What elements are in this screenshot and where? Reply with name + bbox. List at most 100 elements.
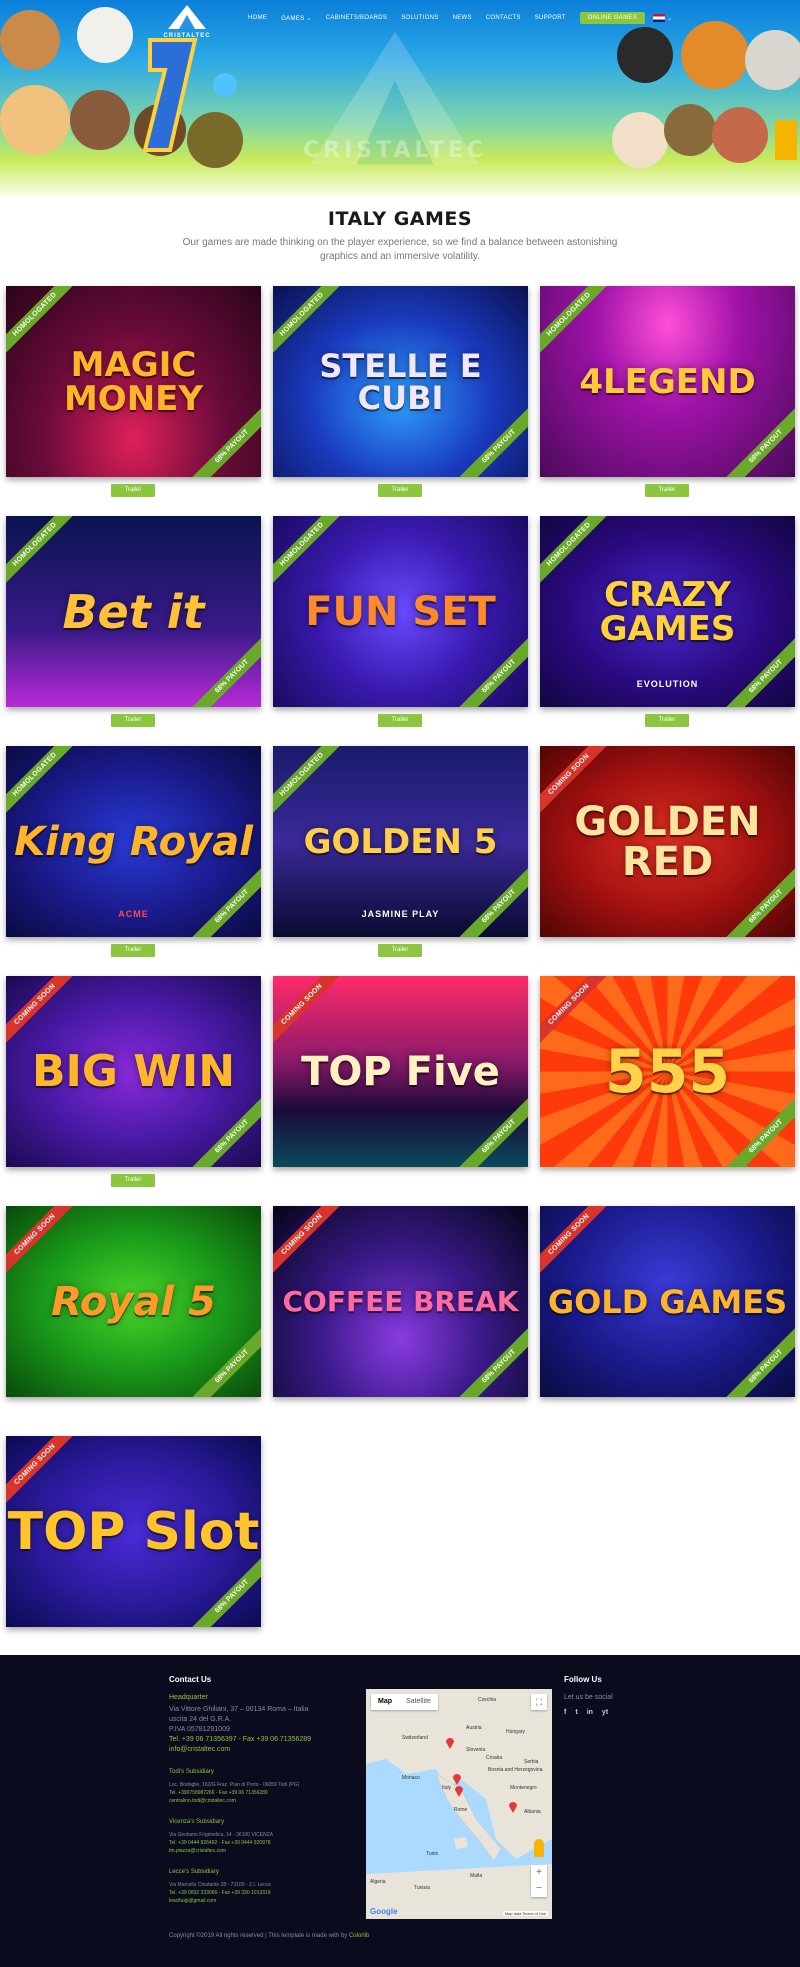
zoom-out-button[interactable]: − — [531, 1881, 547, 1897]
hq-phone[interactable]: Tel. +39 06 71356397 - Fax +39 06 713562… — [169, 1735, 359, 1745]
subsidiary-email[interactable]: tm.piazza@cristaltec.com — [169, 1847, 359, 1855]
payout-badge: 68% PAYOUT — [455, 1323, 528, 1397]
twitter-icon[interactable]: t — [575, 1709, 577, 1716]
youtube-icon[interactable]: yt — [602, 1709, 608, 1716]
nav-solutions[interactable]: SOLUTIONS — [401, 15, 438, 21]
colorlib-link[interactable]: Colorlib — [349, 1933, 369, 1939]
coming-soon-badge: COMING SOON — [273, 1206, 346, 1278]
game-card-golden-5[interactable]: GOLDEN 5 JASMINE PLAY HOMOLOGATED 68% PA… — [273, 746, 528, 937]
hq-email[interactable]: info@cristaltec.com — [169, 1745, 359, 1755]
payout-badge: 68% PAYOUT — [455, 403, 528, 477]
game-title: Royal 5 — [51, 1278, 216, 1325]
game-card-big-win[interactable]: BIG WIN COMING SOON 68% PAYOUT — [6, 976, 261, 1167]
map-tab-map[interactable]: Map — [371, 1694, 399, 1710]
subsidiary-address: Via Girolamo Frigimelica, 14 - 36100 VIC… — [169, 1832, 274, 1838]
nav-news[interactable]: NEWS — [453, 15, 472, 21]
trailer-button[interactable]: Trailer — [378, 714, 422, 727]
payout-badge: 68% PAYOUT — [188, 1093, 261, 1167]
fullscreen-icon[interactable]: ⛶ — [531, 1694, 547, 1710]
game-card-555[interactable]: 555 COMING SOON 68% PAYOUT — [540, 976, 795, 1167]
game-title: GOLDEN RED — [574, 798, 761, 885]
payout-badge: 68% PAYOUT — [188, 863, 261, 937]
uk-flag-icon[interactable] — [653, 14, 666, 22]
game-card-gold-games[interactable]: GOLD GAMES COMING SOON 68% PAYOUT — [540, 1206, 795, 1397]
online-games-button[interactable]: ONLINE GAMES — [579, 12, 646, 24]
map-label: Austria — [466, 1725, 482, 1731]
nav-games[interactable]: GAMES ⌄ — [281, 15, 311, 22]
coming-soon-badge: COMING SOON — [540, 976, 613, 1048]
map-label: Montenegro — [510, 1785, 537, 1791]
subsidiary-email[interactable]: leacifuigi@gmail.com — [169, 1897, 359, 1905]
brand-logo[interactable]: CRISTALTEC — [160, 4, 214, 39]
game-card-magic-money[interactable]: MAGIC MONEY HOMOLOGATED 68% PAYOUT — [6, 286, 261, 477]
subsidiary-phone[interactable]: Tel. +39 0444 926492 - Fax +39 0444 9209… — [169, 1839, 359, 1847]
language-caret-icon[interactable]: ⌄ — [667, 15, 672, 22]
trailer-button[interactable]: Trailer — [111, 484, 155, 497]
hero-banner: CRISTALTEC CRISTALTEC HOME GAMES ⌄ CABIN… — [0, 0, 800, 200]
trailer-button[interactable]: Trailer — [111, 944, 155, 957]
coming-soon-badge: COMING SOON — [6, 1436, 79, 1508]
nav-support[interactable]: SUPPORT — [535, 15, 566, 21]
subsidiary-lecce-title: Lecce's Subsidiary — [169, 1869, 219, 1875]
zoom-in-button[interactable]: + — [531, 1865, 547, 1881]
game-card-fun-set[interactable]: FUN SET HOMOLOGATED 68% PAYOUT — [273, 516, 528, 707]
subsidiary-address: Via Marcello Chiatante 28 - 73100 - Z.I.… — [169, 1882, 271, 1888]
game-card-golden-red[interactable]: GOLDEN RED COMING SOON 68% PAYOUT — [540, 746, 795, 937]
game-card-stelle-e-cubi[interactable]: STELLE E CUBI HOMOLOGATED 68% PAYOUT — [273, 286, 528, 477]
trailer-button[interactable]: Trailer — [111, 1174, 155, 1187]
payout-badge: 68% PAYOUT — [722, 1093, 795, 1167]
subsidiary-phone[interactable]: Tel. +39 0832 333066 - Fax +39 330 10133… — [169, 1889, 359, 1897]
game-card-coffee-break[interactable]: COFFEE BREAK COMING SOON 68% PAYOUT — [273, 1206, 528, 1397]
linkedin-icon[interactable]: in — [587, 1709, 593, 1716]
map-tab-satellite[interactable]: Satellite — [399, 1694, 438, 1710]
map-label: Tunisia — [414, 1885, 430, 1891]
map-type-tabs: Map Satellite — [371, 1694, 438, 1710]
trailer-button[interactable]: Trailer — [111, 714, 155, 727]
map-terms[interactable]: Map data Terms of Use — [502, 1911, 548, 1916]
location-map[interactable]: Czechia Austria Hungary Switzerland Slov… — [366, 1689, 552, 1919]
main-nav: HOME GAMES ⌄ CABINETS/BOARDS SOLUTIONS N… — [248, 12, 672, 24]
map-label: Czechia — [478, 1697, 497, 1703]
intro-section: ITALY GAMES Our games are made thinking … — [0, 208, 800, 264]
follow-tagline: Let us be social — [564, 1694, 613, 1701]
watermark-text: CRISTALTEC — [303, 138, 487, 163]
trailer-button[interactable]: Trailer — [645, 714, 689, 727]
trailer-button[interactable]: Trailer — [378, 944, 422, 957]
zoom-controls: + − — [531, 1865, 547, 1897]
trailer-button[interactable]: Trailer — [378, 484, 422, 497]
nav-games-label: GAMES — [281, 15, 305, 22]
game-card-4legend[interactable]: 4LEGEND HOMOLOGATED 68% PAYOUT — [540, 286, 795, 477]
game-title: STELLE E CUBI — [319, 346, 482, 417]
game-card-king-royal[interactable]: King Royal ACME HOMOLOGATED 68% PAYOUT — [6, 746, 261, 937]
nav-cabinets-boards[interactable]: CABINETS/BOARDS — [326, 15, 388, 21]
nav-contacts[interactable]: CONTACTS — [486, 15, 521, 21]
subsidiary-phone[interactable]: Tel. +390758987266 - Fax +39 06 71356289 — [169, 1789, 359, 1797]
payout-badge: 68% PAYOUT — [722, 403, 795, 477]
game-card-royal-5[interactable]: Royal 5 COMING SOON 68% PAYOUT — [6, 1206, 261, 1397]
map-label: Malta — [470, 1873, 483, 1879]
contact-title: Contact Us — [169, 1675, 212, 1684]
homologated-badge: HOMOLOGATED — [540, 286, 613, 358]
map-marker-icon[interactable] — [509, 1801, 517, 1813]
game-title: 4LEGEND — [579, 361, 756, 402]
trailer-button[interactable]: Trailer — [645, 484, 689, 497]
game-card-bet-it[interactable]: Bet it HOMOLOGATED 68% PAYOUT — [6, 516, 261, 707]
map-marker-icon[interactable] — [453, 1773, 461, 1785]
follow-title: Follow Us — [564, 1675, 602, 1684]
subsidiary-email[interactable]: centralino.todi@cristaltec.com — [169, 1797, 359, 1805]
map-label: Italy — [442, 1785, 452, 1791]
coming-soon-badge: COMING SOON — [540, 1206, 613, 1278]
subsidiary-address: Loc. Bodoglie, 162/G Fraz. Pian di Porto… — [169, 1782, 300, 1788]
nav-home[interactable]: HOME — [248, 15, 267, 21]
intro-text: Our games are made thinking on the playe… — [182, 237, 618, 262]
game-title: COFFEE BREAK — [282, 1284, 519, 1318]
map-marker-icon[interactable] — [446, 1737, 454, 1749]
facebook-icon[interactable]: f — [564, 1709, 566, 1716]
follow-column: Follow Us Let us be social f t in yt — [564, 1675, 613, 1716]
map-marker-icon[interactable] — [455, 1785, 463, 1797]
game-card-top-slot[interactable]: TOP Slot COMING SOON 68% PAYOUT — [6, 1436, 261, 1627]
game-card-top-five[interactable]: TOP Five COMING SOON 68% PAYOUT — [273, 976, 528, 1167]
pegman-icon[interactable] — [534, 1839, 544, 1857]
game-card-crazy-games[interactable]: CRAZY GAMES EVOLUTION HOMOLOGATED 68% PA… — [540, 516, 795, 707]
hq-vat: P.IVA 05781291009 — [169, 1726, 230, 1733]
